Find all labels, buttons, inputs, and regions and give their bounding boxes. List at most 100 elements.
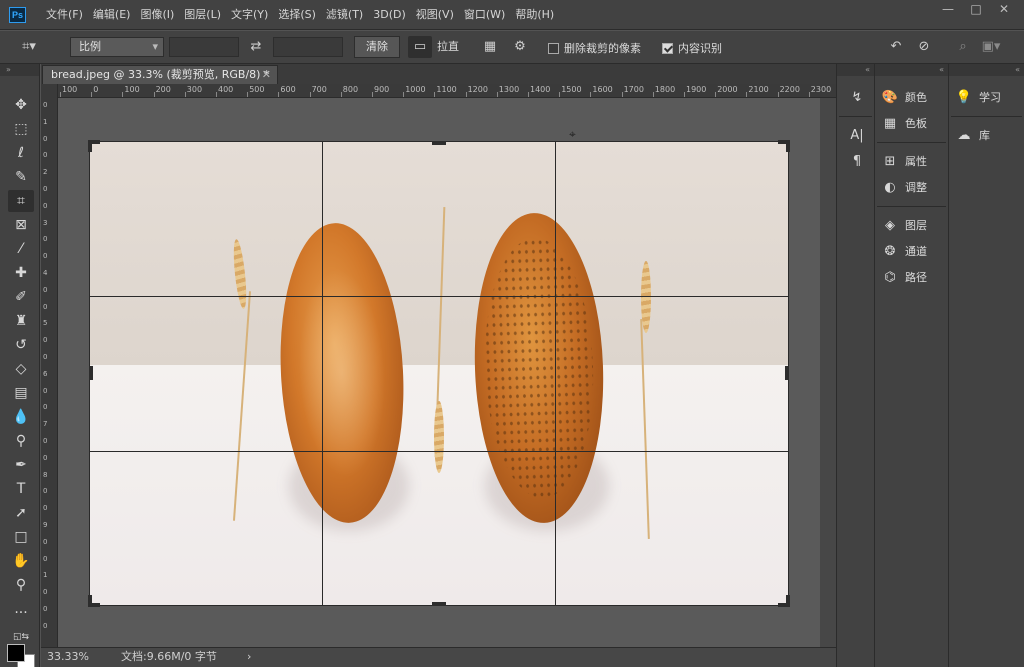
- document-tab-title: bread.jpeg @ 33.3% (裁剪预览, RGB/8) *: [51, 68, 270, 81]
- healing-brush-tool-icon[interactable]: ✚: [8, 262, 34, 284]
- menu-select[interactable]: 选择(S): [278, 0, 316, 30]
- vertical-scrollbar[interactable]: [820, 98, 836, 647]
- menu-edit[interactable]: 编辑(E): [93, 0, 131, 30]
- ratio-select[interactable]: 比例 ▾: [70, 37, 164, 57]
- zoom-tool-icon[interactable]: ⚲: [8, 574, 34, 596]
- menu-layer[interactable]: 图层(L): [184, 0, 221, 30]
- panel-learn[interactable]: 💡 学习: [955, 86, 1019, 110]
- search-icon[interactable]: ⌕: [952, 36, 974, 58]
- document-tab[interactable]: bread.jpeg @ 33.3% (裁剪预览, RGB/8) * ✕: [42, 65, 278, 84]
- ruler-label: 0: [43, 504, 48, 513]
- ruler-label: 0: [43, 353, 48, 361]
- menu-window[interactable]: 窗口(W): [464, 0, 505, 30]
- content-aware-checkbox[interactable]: [662, 42, 673, 54]
- menu-view[interactable]: 视图(V): [416, 0, 454, 30]
- panel-adjustments[interactable]: ◐ 调整: [881, 176, 945, 200]
- brush-tool-icon[interactable]: ✐: [8, 286, 34, 308]
- ruler-label: 0: [43, 201, 48, 210]
- menu-3d[interactable]: 3D(D): [373, 0, 406, 30]
- pen-tool-icon[interactable]: ✒: [8, 454, 34, 476]
- status-menu-arrow[interactable]: ›: [247, 648, 251, 666]
- eyedropper-tool-icon[interactable]: ⁄: [8, 238, 34, 260]
- panel-color[interactable]: 🎨 颜色: [881, 86, 945, 110]
- ruler-label: 0: [43, 151, 48, 160]
- panel-separator: [877, 206, 946, 207]
- cancel-icon[interactable]: ⊘: [912, 36, 936, 58]
- hand-tool-icon[interactable]: ✋: [8, 550, 34, 572]
- blur-tool-icon[interactable]: 💧: [8, 406, 34, 428]
- lasso-tool-icon[interactable]: ℓ: [8, 142, 34, 164]
- ruler-tick: [372, 92, 373, 97]
- ruler-tick: [746, 92, 748, 97]
- marquee-tool-icon[interactable]: ⬚: [8, 118, 34, 140]
- ruler-label: 0: [43, 386, 48, 395]
- menu-file[interactable]: 文件(F): [46, 0, 83, 30]
- crop-handle-top-left[interactable]: [88, 140, 100, 152]
- move-tool-icon[interactable]: ✥: [8, 94, 34, 116]
- stamp-tool-icon[interactable]: ♜: [8, 310, 34, 332]
- foreground-color-swatch[interactable]: [7, 644, 25, 662]
- crop-width-field[interactable]: [169, 37, 239, 57]
- dock-collapse-icon[interactable]: «: [875, 64, 948, 76]
- panel-swatches[interactable]: ▦ 色板: [881, 112, 945, 136]
- character-icon[interactable]: A|: [847, 126, 867, 146]
- overlay-grid-icon[interactable]: ▦: [478, 36, 502, 58]
- crop-tool-icon[interactable]: ⌗: [8, 190, 34, 212]
- rectangle-tool-icon[interactable]: □: [8, 526, 34, 548]
- zoom-level[interactable]: 33.33%: [47, 648, 89, 666]
- path-select-tool-icon[interactable]: ➚: [8, 502, 34, 524]
- more-tools-icon[interactable]: ···: [8, 602, 34, 624]
- clear-button[interactable]: 清除: [354, 36, 400, 58]
- panel-properties[interactable]: ⊞ 属性: [881, 150, 945, 174]
- menu-filter[interactable]: 滤镜(T): [326, 0, 363, 30]
- close-tab-icon[interactable]: ✕: [262, 66, 271, 84]
- gear-icon[interactable]: ⚙: [508, 36, 532, 58]
- crop-handle-bottom[interactable]: [432, 602, 446, 606]
- crop-handle-top-right[interactable]: [778, 140, 790, 152]
- dodge-tool-icon[interactable]: ⚲: [8, 430, 34, 452]
- workspace-icon[interactable]: ▣▾: [980, 36, 1002, 58]
- panel-paths[interactable]: ⌬ 路径: [881, 266, 945, 290]
- eraser-tool-icon[interactable]: ◇: [8, 358, 34, 380]
- straighten-icon[interactable]: ▭: [408, 36, 432, 58]
- ruler-label: 4: [43, 269, 48, 277]
- strip-collapse-icon[interactable]: «: [837, 64, 874, 76]
- frame-tool-icon[interactable]: ⊠: [8, 214, 34, 236]
- ruler-tick: [528, 92, 529, 97]
- gradient-tool-icon[interactable]: ▤: [8, 382, 34, 404]
- minimize-button[interactable]: —: [934, 0, 962, 20]
- quick-select-tool-icon[interactable]: ✎: [8, 166, 34, 188]
- crop-height-field[interactable]: [273, 37, 343, 57]
- reset-icon[interactable]: ↶: [884, 36, 908, 58]
- paragraph-icon[interactable]: ¶: [847, 152, 867, 172]
- delete-cropped-checkbox[interactable]: [548, 42, 559, 54]
- color-icon: 🎨: [881, 90, 899, 105]
- panel-layers[interactable]: ◈ 图层: [881, 214, 945, 238]
- crop-tool-preset-icon[interactable]: ⌗▾: [14, 36, 44, 58]
- crop-handle-bottom-left[interactable]: [88, 595, 100, 607]
- content-aware-option[interactable]: 内容识别: [662, 40, 722, 56]
- restore-button[interactable]: □: [962, 0, 990, 20]
- crop-handle-top[interactable]: [432, 141, 446, 145]
- history-brush-tool-icon[interactable]: ↺: [8, 334, 34, 356]
- toolbar-collapse-icon[interactable]: »: [0, 64, 39, 76]
- delete-cropped-pixels-option[interactable]: 删除裁剪的像素: [548, 40, 641, 56]
- crop-handle-left[interactable]: [89, 366, 93, 380]
- ruler-label: 0: [43, 134, 48, 143]
- dock-right-collapse-icon[interactable]: «: [949, 64, 1024, 76]
- crop-handle-bottom-right[interactable]: [778, 595, 790, 607]
- color-swatches[interactable]: [7, 644, 37, 667]
- crop-overlay[interactable]: [88, 140, 790, 607]
- straighten-label[interactable]: 拉直: [437, 36, 459, 58]
- menu-help[interactable]: 帮助(H): [515, 0, 554, 30]
- crop-handle-right[interactable]: [785, 366, 789, 380]
- type-tool-icon[interactable]: T: [8, 478, 34, 500]
- close-button[interactable]: ✕: [990, 0, 1018, 20]
- panel-libraries[interactable]: ☁ 库: [955, 124, 1019, 148]
- swap-dimensions-icon[interactable]: ⇄: [244, 36, 268, 58]
- panel-channels[interactable]: ❂ 通道: [881, 240, 945, 264]
- menu-image[interactable]: 图像(I): [140, 0, 174, 30]
- panel-libraries-label: 库: [979, 129, 990, 142]
- history-icon[interactable]: ↯: [847, 88, 867, 108]
- menu-type[interactable]: 文字(Y): [231, 0, 268, 30]
